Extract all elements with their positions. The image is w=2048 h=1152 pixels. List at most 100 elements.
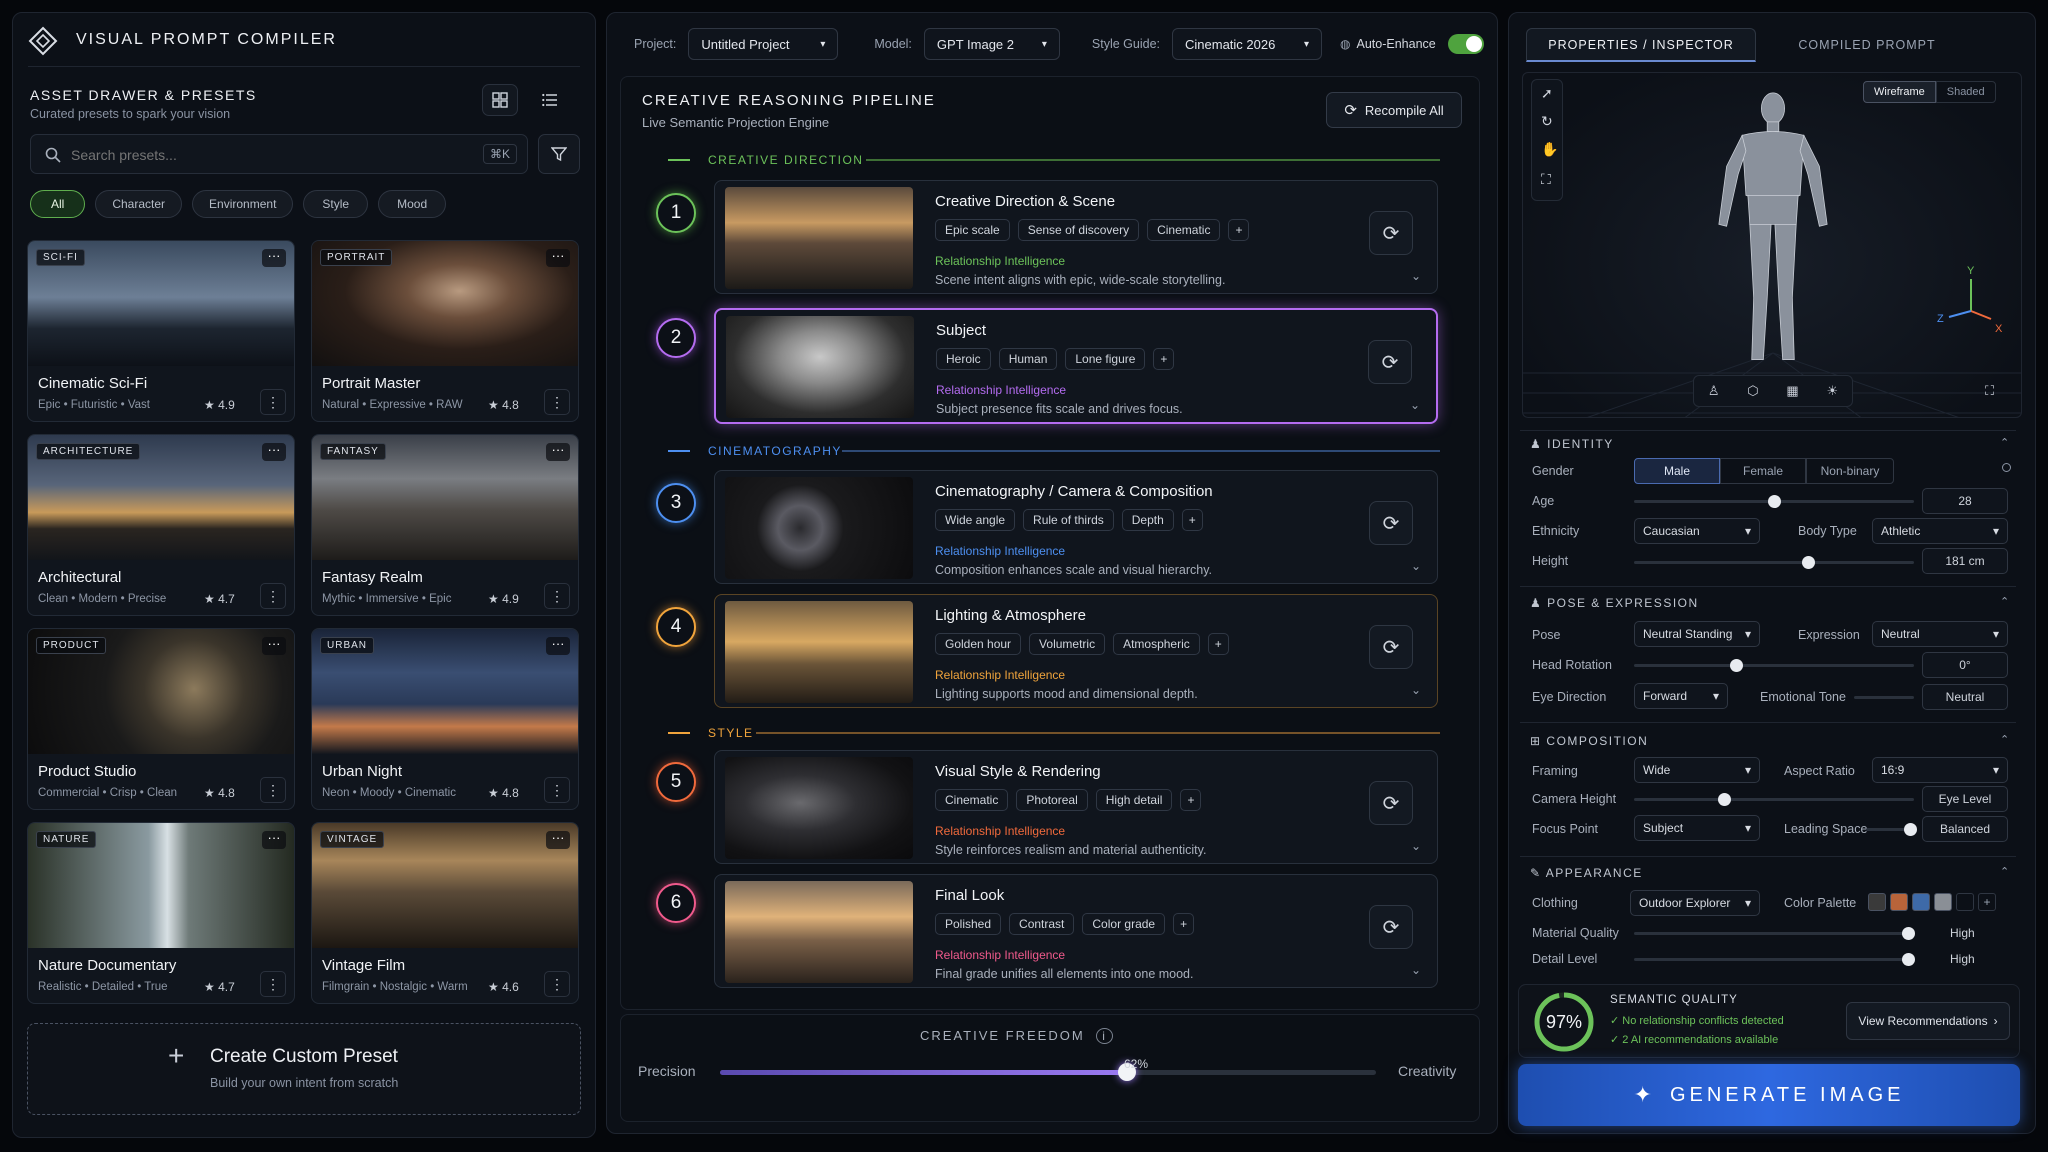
add-chip-button[interactable]: +	[1207, 633, 1229, 655]
preset-card[interactable]: URBAN ··· Urban Night Neon • Moody • Cin…	[311, 628, 579, 810]
kebab-icon[interactable]: ⋮	[544, 971, 570, 997]
add-chip-button[interactable]: +	[1173, 913, 1195, 935]
slider-knob[interactable]	[1902, 953, 1915, 966]
stage-chip[interactable]: Color grade	[1082, 913, 1166, 935]
head-rotation-slider[interactable]	[1634, 659, 1914, 672]
gender-female[interactable]: Female	[1720, 458, 1806, 484]
material-quality-slider[interactable]	[1634, 927, 1915, 940]
refresh-button[interactable]: ⟳	[1369, 781, 1413, 825]
creative-freedom-slider[interactable]	[720, 1063, 1376, 1081]
gender-nonbinary[interactable]: Non-binary	[1806, 458, 1894, 484]
pipeline-stage[interactable]: Subject Heroic Human Lone figure + Relat…	[714, 308, 1438, 424]
viewport-3d[interactable]: ➚ ↻ ✋ ⛶ Wireframe Shaded Y X Z ♙ ⬡ ▦ ☀ ⛶	[1522, 72, 2022, 418]
stage-chip[interactable]: Depth	[1121, 509, 1174, 531]
palette-swatch-empty[interactable]	[1956, 893, 1974, 911]
palette-swatch[interactable]	[1934, 893, 1952, 911]
grid-view-button[interactable]	[482, 84, 518, 116]
figure-icon[interactable]: ♙	[1708, 383, 1720, 399]
add-chip-button[interactable]: +	[1153, 348, 1175, 370]
leading-space-value[interactable]: Balanced	[1922, 816, 2008, 842]
add-color-icon[interactable]: +	[1978, 893, 1996, 911]
style-guide-select[interactable]: Cinematic 2026 ▾	[1172, 28, 1323, 60]
stage-chip[interactable]: Sense of discovery	[1017, 219, 1140, 241]
chevron-down-icon[interactable]: ⌄	[1411, 269, 1421, 283]
collapse-chevron-icon[interactable]: ⌃	[2000, 595, 2009, 608]
rotate-icon[interactable]: ↻	[1541, 113, 1553, 130]
ethnicity-select[interactable]: Caucasian ▾	[1634, 518, 1760, 544]
emotional-tone-slider[interactable]	[1854, 696, 1914, 699]
list-view-button[interactable]	[532, 84, 568, 116]
more-icon[interactable]: ···	[546, 637, 570, 655]
preset-card[interactable]: ARCHITECTURE ··· Architectural Clean • M…	[27, 434, 295, 616]
slider-knob[interactable]	[1802, 556, 1815, 569]
shaded-button[interactable]: Shaded	[1935, 81, 1996, 103]
pan-hand-icon[interactable]: ✋	[1541, 141, 1558, 158]
filter-chip-all[interactable]: All	[30, 190, 86, 218]
stage-chip[interactable]: Human	[998, 348, 1058, 370]
kebab-icon[interactable]: ⋮	[260, 777, 286, 803]
preset-card[interactable]: FANTASY ··· Fantasy Realm Mythic • Immer…	[311, 434, 579, 616]
create-custom-preset-button[interactable]: + Create Custom Preset Build your own in…	[27, 1023, 581, 1115]
stage-chip[interactable]: Rule of thirds	[1023, 509, 1114, 531]
view-recommendations-button[interactable]: View Recommendations ›	[1846, 1002, 2010, 1040]
add-chip-button[interactable]: +	[1228, 219, 1250, 241]
framing-select[interactable]: Wide ▾	[1634, 757, 1760, 783]
refresh-button[interactable]: ⟳	[1368, 340, 1412, 384]
camera-height-slider[interactable]	[1634, 793, 1914, 806]
chevron-down-icon[interactable]: ⌄	[1410, 398, 1420, 412]
filter-chip-environment[interactable]: Environment	[192, 190, 294, 218]
recompile-all-button[interactable]: ⟳ Recompile All	[1326, 92, 1462, 128]
cube-icon[interactable]: ⬡	[1747, 383, 1758, 399]
filter-chip-character[interactable]: Character	[95, 190, 183, 218]
search-input[interactable]	[71, 143, 451, 167]
preset-card[interactable]: SCI-FI ··· Cinematic Sci-Fi Epic • Futur…	[27, 240, 295, 422]
select-cursor-icon[interactable]: ➚	[1541, 85, 1553, 102]
pose-select[interactable]: Neutral Standing ▾	[1634, 621, 1760, 647]
refresh-button[interactable]: ⟳	[1369, 625, 1413, 669]
stage-chip[interactable]: Contrast	[1009, 913, 1075, 935]
expand-icon[interactable]: ⛶	[1985, 383, 1994, 399]
kebab-icon[interactable]: ⋮	[260, 583, 286, 609]
expression-select[interactable]: Neutral ▾	[1872, 621, 2008, 647]
eye-direction-select[interactable]: Forward ▾	[1634, 683, 1728, 709]
more-icon[interactable]: ···	[262, 831, 286, 849]
slider-knob[interactable]	[1902, 927, 1915, 940]
stage-chip[interactable]: High detail	[1095, 789, 1173, 811]
wireframe-button[interactable]: Wireframe	[1863, 81, 1936, 103]
generate-image-button[interactable]: ✦ GENERATE IMAGE	[1518, 1064, 2020, 1126]
preset-card[interactable]: VINTAGE ··· Vintage Film Filmgrain • Nos…	[311, 822, 579, 1004]
stage-chip[interactable]: Atmospheric	[1113, 633, 1200, 655]
fit-view-icon[interactable]: ⛶	[1541, 171, 1551, 188]
slider-knob[interactable]	[1718, 793, 1731, 806]
stage-chip[interactable]: Cinematic	[1147, 219, 1221, 241]
stage-chip[interactable]: Wide angle	[935, 509, 1016, 531]
slider-knob[interactable]	[1904, 823, 1917, 836]
more-icon[interactable]: ···	[546, 249, 570, 267]
palette-swatch[interactable]	[1912, 893, 1930, 911]
add-chip-button[interactable]: +	[1180, 789, 1202, 811]
body-type-select[interactable]: Athletic ▾	[1872, 518, 2008, 544]
more-icon[interactable]: ···	[546, 831, 570, 849]
aspect-ratio-select[interactable]: 16:9 ▾	[1872, 757, 2008, 783]
collapse-chevron-icon[interactable]: ⌃	[2000, 865, 2009, 878]
filter-button[interactable]	[538, 134, 580, 174]
stage-chip[interactable]: Heroic	[936, 348, 991, 370]
camera-height-value[interactable]: Eye Level	[1922, 786, 2008, 812]
age-value[interactable]: 28	[1922, 488, 2008, 514]
refresh-button[interactable]: ⟳	[1369, 905, 1413, 949]
more-icon[interactable]: ···	[262, 637, 286, 655]
focus-point-select[interactable]: Subject ▾	[1634, 815, 1760, 841]
search-box[interactable]: ⌘K	[30, 134, 528, 174]
more-icon[interactable]: ···	[546, 443, 570, 461]
gender-male[interactable]: Male	[1634, 458, 1720, 484]
collapse-chevron-icon[interactable]: ⌃	[2000, 436, 2009, 449]
chevron-down-icon[interactable]: ⌄	[1411, 683, 1421, 697]
chevron-down-icon[interactable]: ⌄	[1411, 839, 1421, 853]
stage-chip[interactable]: Epic scale	[935, 219, 1010, 241]
refresh-button[interactable]: ⟳	[1369, 211, 1413, 255]
collapse-chevron-icon[interactable]: ⌃	[2000, 733, 2009, 746]
height-value[interactable]: 181 cm	[1922, 548, 2008, 574]
grid-icon[interactable]: ▦	[1786, 383, 1798, 399]
stage-chip[interactable]: Golden hour	[935, 633, 1022, 655]
light-icon[interactable]: ☀	[1826, 383, 1838, 399]
